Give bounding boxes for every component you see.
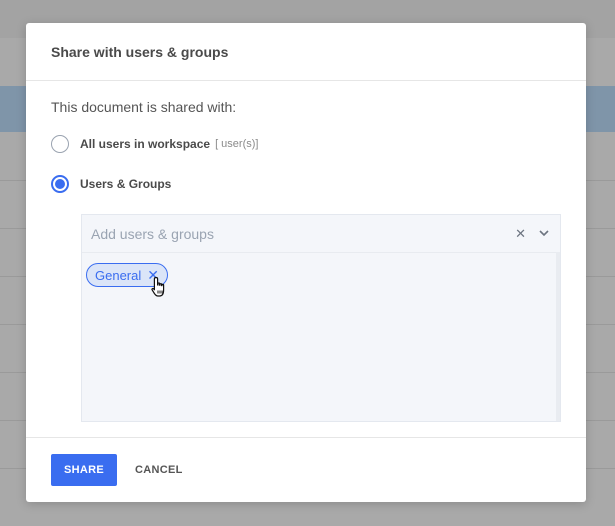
- selected-tags: General ✕: [82, 252, 560, 421]
- dialog-footer: SHARE CANCEL: [26, 437, 586, 502]
- cancel-button[interactable]: CANCEL: [129, 454, 189, 486]
- option-all-users[interactable]: All users in workspace [ user(s)]: [51, 135, 258, 153]
- option-all-users-label: All users in workspace: [80, 137, 211, 151]
- radio-all-users[interactable]: [51, 135, 69, 153]
- dialog-title: Share with users & groups: [51, 43, 229, 60]
- shared-with-label: This document is shared with:: [51, 99, 237, 115]
- share-button[interactable]: SHARE: [51, 454, 117, 486]
- share-dialog: Share with users & groups This document …: [26, 23, 586, 502]
- close-icon[interactable]: ✕: [515, 226, 526, 242]
- select-input[interactable]: Add users & groups ✕: [82, 215, 560, 252]
- dialog-header: Share with users & groups: [26, 23, 586, 81]
- scrollbar[interactable]: [556, 252, 560, 421]
- user-count-label: [ user(s)]: [215, 138, 259, 150]
- select-placeholder: Add users & groups: [91, 225, 214, 242]
- option-users-groups[interactable]: Users & Groups: [51, 175, 171, 193]
- users-groups-select[interactable]: Add users & groups ✕ General ✕: [81, 214, 561, 422]
- chevron-down-icon[interactable]: [538, 228, 550, 238]
- option-users-groups-label: Users & Groups: [80, 177, 172, 191]
- hand-pointer-icon: [151, 276, 165, 297]
- radio-users-groups[interactable]: [51, 175, 69, 193]
- dialog-body: This document is shared with: All users …: [26, 81, 586, 437]
- tag-label: General: [95, 267, 142, 283]
